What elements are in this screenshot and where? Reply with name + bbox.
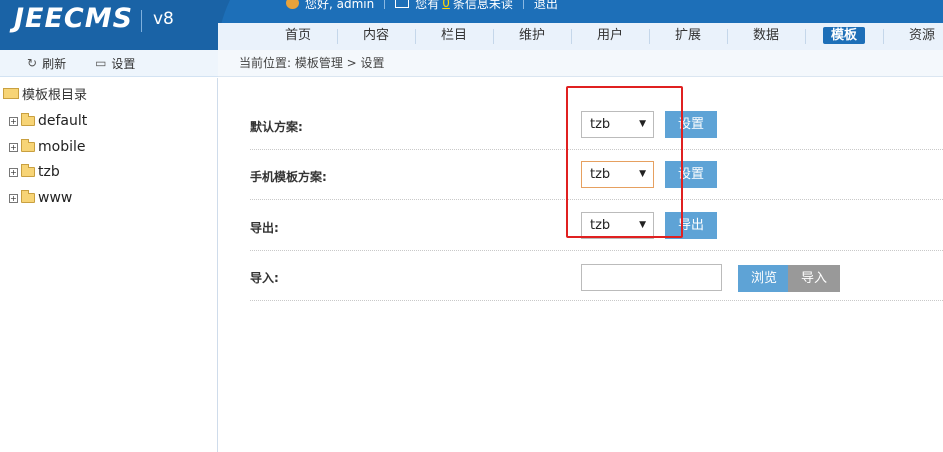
folder-icon — [21, 113, 35, 126]
form-row-export: 导出: tzb ▼ 导出 — [250, 201, 943, 251]
divider — [522, 0, 524, 9]
folder-icon — [21, 190, 35, 203]
nav-template[interactable]: 模板 — [805, 23, 883, 50]
export-select[interactable]: tzb ▼ — [581, 212, 654, 239]
tree-node-mobile[interactable]: + mobile — [9, 139, 85, 155]
settings-button[interactable]: ▭ 设置 — [95, 55, 135, 72]
divider — [384, 0, 386, 9]
browse-button[interactable]: 浏览 — [738, 265, 790, 292]
logo-divider — [141, 10, 142, 32]
default-scheme-label: 默认方案: — [250, 120, 303, 134]
version-label: v8 — [153, 9, 174, 29]
top-info-bar: 您好, admin 您有 0 条信息未读 退出 — [286, 0, 558, 11]
export-label: 导出: — [250, 221, 279, 235]
import-button[interactable]: 导入 — [788, 265, 840, 292]
tree-node-tzb[interactable]: + tzb — [9, 164, 60, 180]
logout-link[interactable]: 退出 — [534, 0, 558, 12]
monitor-icon: ▭ — [95, 56, 107, 70]
logo: JEECMS — [14, 3, 134, 34]
mobile-scheme-label: 手机模板方案: — [250, 170, 327, 184]
set-default-button[interactable]: 设置 — [665, 111, 717, 138]
nav-content[interactable]: 内容 — [337, 23, 415, 50]
header: JEECMS v8 您好, admin 您有 0 条信息未读 退出 首页 内容 … — [0, 0, 943, 50]
mobile-scheme-select[interactable]: tzb ▼ — [581, 161, 654, 188]
nav-channel[interactable]: 栏目 — [415, 23, 493, 50]
user-icon — [286, 0, 299, 9]
form-row-mobile-scheme: 手机模板方案: tzb ▼ 设置 — [250, 150, 943, 200]
expand-icon[interactable]: + — [9, 167, 18, 177]
nav-user[interactable]: 用户 — [571, 23, 649, 50]
tree-node-www[interactable]: + www — [9, 190, 72, 206]
dropdown-arrow-icon: ▼ — [639, 220, 646, 230]
tree-node-default[interactable]: + default — [9, 113, 87, 129]
refresh-icon: ↻ — [27, 56, 38, 70]
folder-icon — [21, 139, 35, 152]
dropdown-arrow-icon: ▼ — [639, 119, 646, 129]
expand-icon[interactable]: + — [9, 142, 18, 152]
set-mobile-button[interactable]: 设置 — [665, 161, 717, 188]
sidebar-toolbar: ↻ 刷新 ▭ 设置 — [0, 50, 218, 77]
sidebar-tree: 模板根目录 + default + mobile + tzb + www — [0, 78, 218, 452]
default-scheme-select[interactable]: tzb ▼ — [581, 111, 654, 138]
import-label: 导入: — [250, 271, 279, 285]
greeting: 您好, admin — [286, 0, 374, 12]
message-prefix: 您有 — [415, 0, 440, 11]
refresh-button[interactable]: ↻ 刷新 — [27, 55, 66, 72]
nav-home[interactable]: 首页 — [259, 23, 337, 50]
folder-icon — [21, 164, 35, 177]
expand-icon[interactable]: + — [9, 116, 18, 126]
nav-maintain[interactable]: 维护 — [493, 23, 571, 50]
form-row-default-scheme: 默认方案: tzb ▼ 设置 — [250, 100, 943, 150]
tree-root[interactable]: 模板根目录 — [3, 84, 87, 103]
greeting-text: 您好, admin — [305, 0, 375, 11]
import-file-input[interactable] — [581, 264, 722, 291]
main-nav: 首页 内容 栏目 维护 用户 扩展 数据 模板 资源 — [218, 23, 943, 50]
message-notice[interactable]: 您有 0 条信息未读 — [395, 0, 513, 12]
mail-icon — [395, 0, 410, 8]
export-button[interactable]: 导出 — [665, 212, 717, 239]
message-count[interactable]: 0 — [442, 0, 450, 10]
folder-open-icon — [3, 88, 19, 99]
message-suffix: 条信息未读 — [452, 0, 513, 11]
breadcrumb: 当前位置: 模板管理 > 设置 — [218, 50, 943, 77]
nav-resource[interactable]: 资源 — [883, 23, 943, 50]
form-row-import: 导入: 浏览 导入 — [250, 251, 943, 301]
nav-extend[interactable]: 扩展 — [649, 23, 727, 50]
expand-icon[interactable]: + — [9, 193, 18, 203]
nav-data[interactable]: 数据 — [727, 23, 805, 50]
dropdown-arrow-icon: ▼ — [639, 169, 646, 179]
logo-area: JEECMS v8 — [0, 0, 218, 50]
